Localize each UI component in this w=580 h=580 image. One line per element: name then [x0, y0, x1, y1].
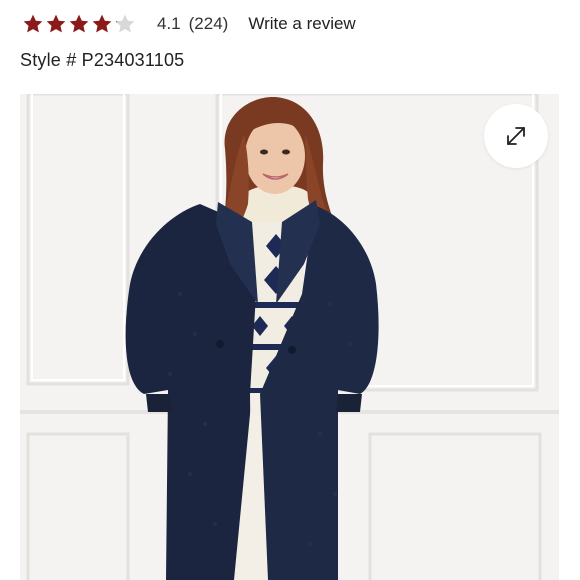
star-filled-icon	[46, 14, 66, 33]
product-photo	[20, 94, 559, 580]
product-image[interactable]	[20, 94, 559, 580]
rating-row: 4.1 (224) Write a review	[22, 10, 356, 38]
expand-icon	[507, 127, 525, 145]
star-filled-icon	[23, 14, 43, 33]
star-rating[interactable]	[22, 13, 136, 35]
star-filled-icon	[92, 14, 112, 33]
write-review-link[interactable]: Write a review	[248, 14, 355, 34]
expand-image-button[interactable]	[484, 104, 548, 168]
star-partial-icon	[115, 14, 135, 33]
review-count[interactable]: (224)	[189, 14, 229, 34]
rating-value: 4.1	[157, 14, 181, 33]
style-number: Style # P234031105	[20, 50, 185, 70]
star-filled-icon	[69, 14, 89, 33]
